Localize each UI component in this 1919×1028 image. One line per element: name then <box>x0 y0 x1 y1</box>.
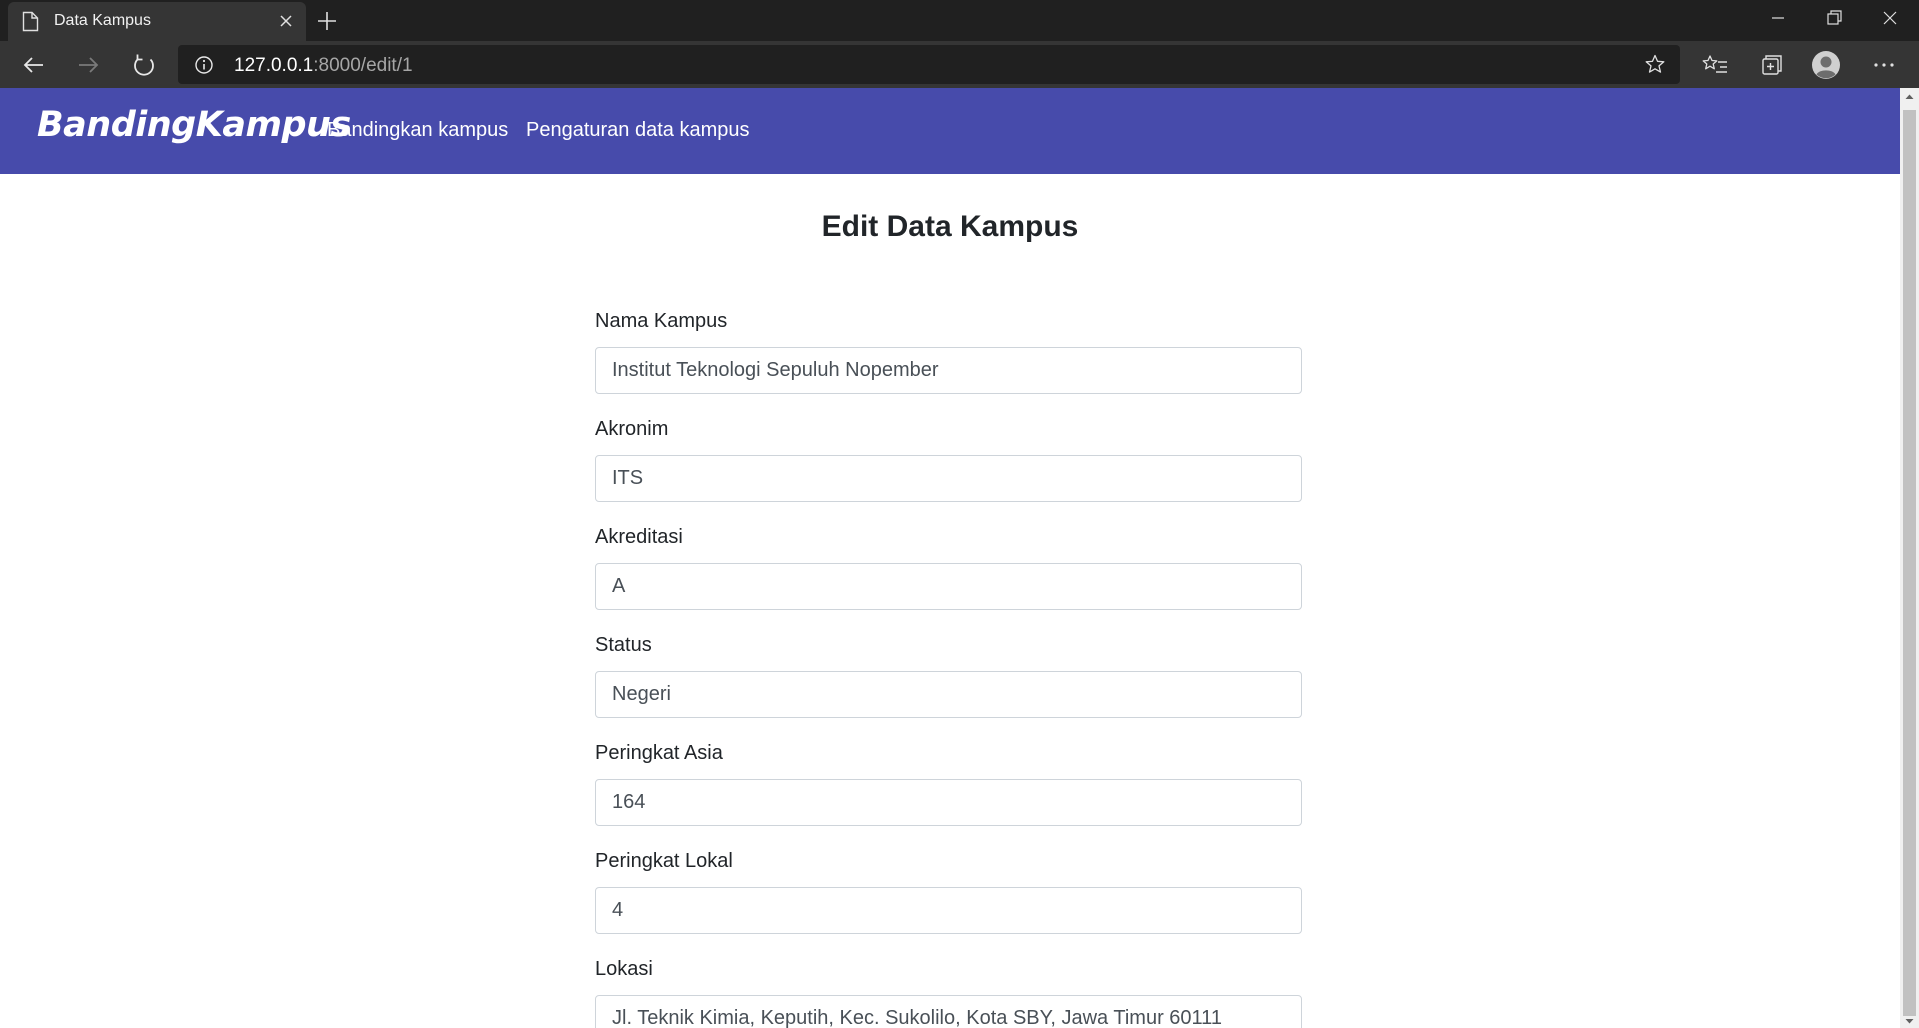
field-label: Nama Kampus <box>595 310 728 332</box>
url-host: 127.0.0.1 <box>234 55 314 76</box>
form-field: Status <box>595 634 1302 742</box>
form-field: Akreditasi <box>595 526 1302 634</box>
url-text[interactable]: 127.0.0.1:8000/edit/1 <box>234 55 413 77</box>
field-label: Peringkat Lokal <box>595 850 733 872</box>
restore-icon[interactable] <box>1806 0 1862 38</box>
info-icon[interactable] <box>194 55 214 75</box>
edit-campus-form: Nama Kampus Akronim Akreditasi Status Pe… <box>595 310 1302 1028</box>
page-viewport: BandingKampus Bandingkan kampus Pengatur… <box>0 88 1900 1028</box>
field-label: Status <box>595 634 652 656</box>
tab-title: Data Kampus <box>54 12 151 29</box>
scrollbar-thumb[interactable] <box>1903 110 1916 1016</box>
form-field: Peringkat Lokal <box>595 850 1302 958</box>
browser-tab[interactable]: Data Kampus <box>8 2 306 41</box>
back-arrow-icon[interactable] <box>16 47 52 83</box>
form-field: Lokasi <box>595 958 1302 1028</box>
akreditasi-input[interactable] <box>595 563 1302 610</box>
profile-icon[interactable] <box>1810 49 1842 81</box>
vertical-scrollbar[interactable] <box>1900 88 1919 1028</box>
url-path: :8000/edit/1 <box>313 55 413 76</box>
form-field: Akronim <box>595 418 1302 526</box>
browser-navbar: 127.0.0.1:8000/edit/1 <box>0 41 1919 88</box>
refresh-icon[interactable] <box>126 47 162 83</box>
page-icon <box>22 11 39 32</box>
address-bar[interactable]: 127.0.0.1:8000/edit/1 <box>178 45 1680 84</box>
scroll-down-arrow-icon[interactable] <box>1900 1016 1919 1028</box>
site-header: BandingKampus Bandingkan kampus Pengatur… <box>0 88 1900 174</box>
collections-icon[interactable] <box>1754 49 1786 81</box>
field-label: Peringkat Asia <box>595 742 723 764</box>
akronim-input[interactable] <box>595 455 1302 502</box>
form-field: Nama Kampus <box>595 310 1302 418</box>
field-label: Akronim <box>595 418 669 440</box>
brand-logo[interactable]: BandingKampus <box>37 105 351 145</box>
nav-link-manage[interactable]: Pengaturan data kampus <box>526 119 750 142</box>
peringkat-lokal-input[interactable] <box>595 887 1302 934</box>
lokasi-input[interactable] <box>595 995 1302 1028</box>
scroll-up-arrow-icon[interactable] <box>1900 88 1919 105</box>
window-close-icon[interactable] <box>1862 0 1918 38</box>
favorites-icon[interactable] <box>1699 49 1731 81</box>
close-icon[interactable] <box>276 11 296 31</box>
star-icon[interactable] <box>1644 53 1666 75</box>
nav-link-compare[interactable]: Bandingkan kampus <box>327 119 508 142</box>
form-field: Peringkat Asia <box>595 742 1302 850</box>
nama-kampus-input[interactable] <box>595 347 1302 394</box>
more-icon[interactable] <box>1868 49 1900 81</box>
field-label: Lokasi <box>595 958 653 980</box>
forward-arrow-icon[interactable] <box>70 47 106 83</box>
minimize-icon[interactable] <box>1750 0 1806 38</box>
plus-icon[interactable] <box>314 8 340 34</box>
status-input[interactable] <box>595 671 1302 718</box>
page-title: Edit Data Kampus <box>821 210 1079 243</box>
field-label: Akreditasi <box>595 526 683 548</box>
browser-titlebar: Data Kampus <box>0 0 1919 41</box>
peringkat-asia-input[interactable] <box>595 779 1302 826</box>
